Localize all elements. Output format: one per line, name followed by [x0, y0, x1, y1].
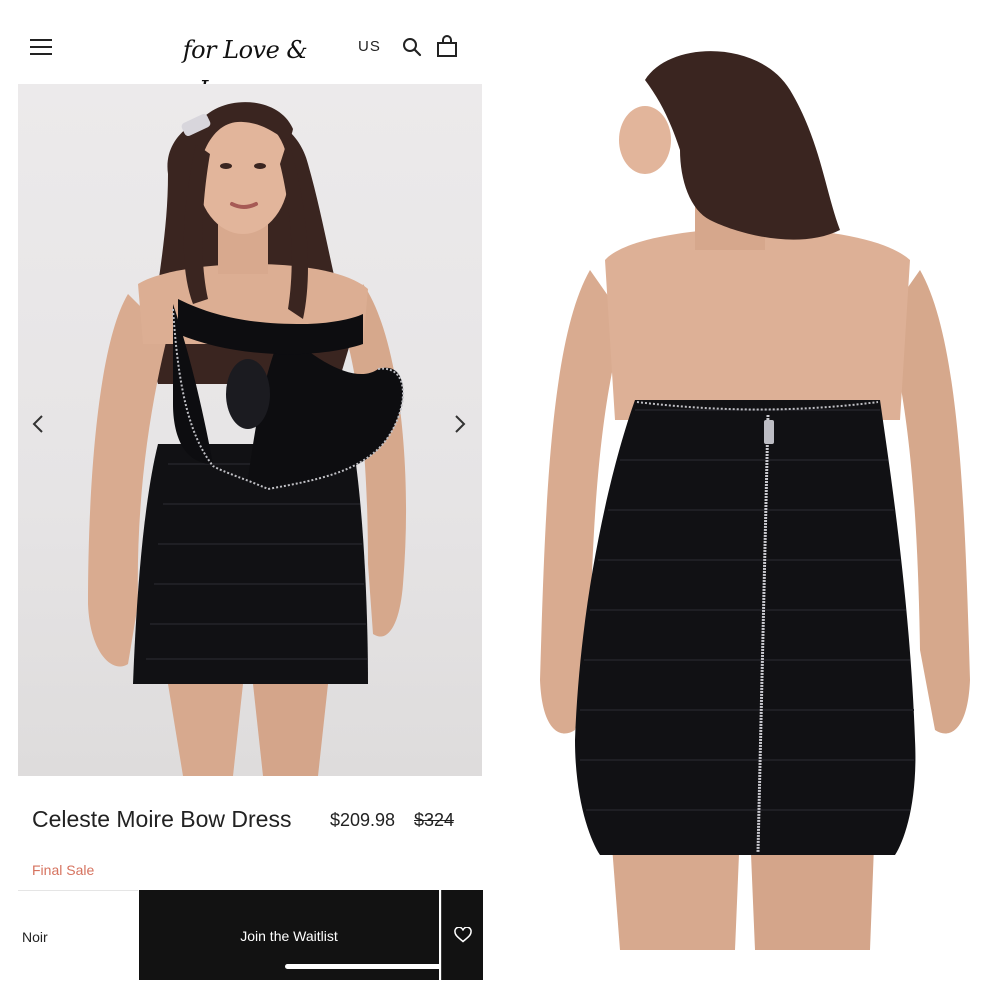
shopping-bag-icon[interactable] [436, 35, 458, 59]
menu-icon[interactable] [30, 38, 54, 60]
product-page-screen: for Love & Lemons US [0, 0, 500, 1000]
product-image-carousel[interactable] [18, 84, 482, 776]
join-waitlist-button[interactable]: Join the Waitlist [139, 890, 453, 980]
heart-icon [454, 927, 472, 943]
brand-logo[interactable]: for Love & Lemons [150, 30, 340, 104]
site-header: for Love & Lemons US [0, 20, 500, 104]
wishlist-button[interactable] [441, 890, 483, 980]
product-front-photo [88, 102, 407, 776]
join-waitlist-label: Join the Waitlist [240, 928, 338, 944]
purchase-bar: Noir Join the Waitlist [18, 890, 483, 981]
original-price: $324 [414, 810, 455, 830]
final-sale-label: Final Sale [32, 862, 95, 878]
search-icon[interactable] [402, 37, 424, 59]
product-title: Celeste Moire Bow Dress [32, 806, 292, 832]
product-back-photo [540, 51, 970, 950]
chevron-left-icon[interactable] [24, 410, 52, 438]
region-selector[interactable]: US [358, 38, 381, 55]
sale-price: $209.98 [330, 810, 396, 830]
home-indicator [285, 964, 453, 969]
color-name: Noir [22, 929, 48, 945]
chevron-right-icon[interactable] [446, 410, 474, 438]
color-selector[interactable]: Noir [18, 890, 138, 981]
